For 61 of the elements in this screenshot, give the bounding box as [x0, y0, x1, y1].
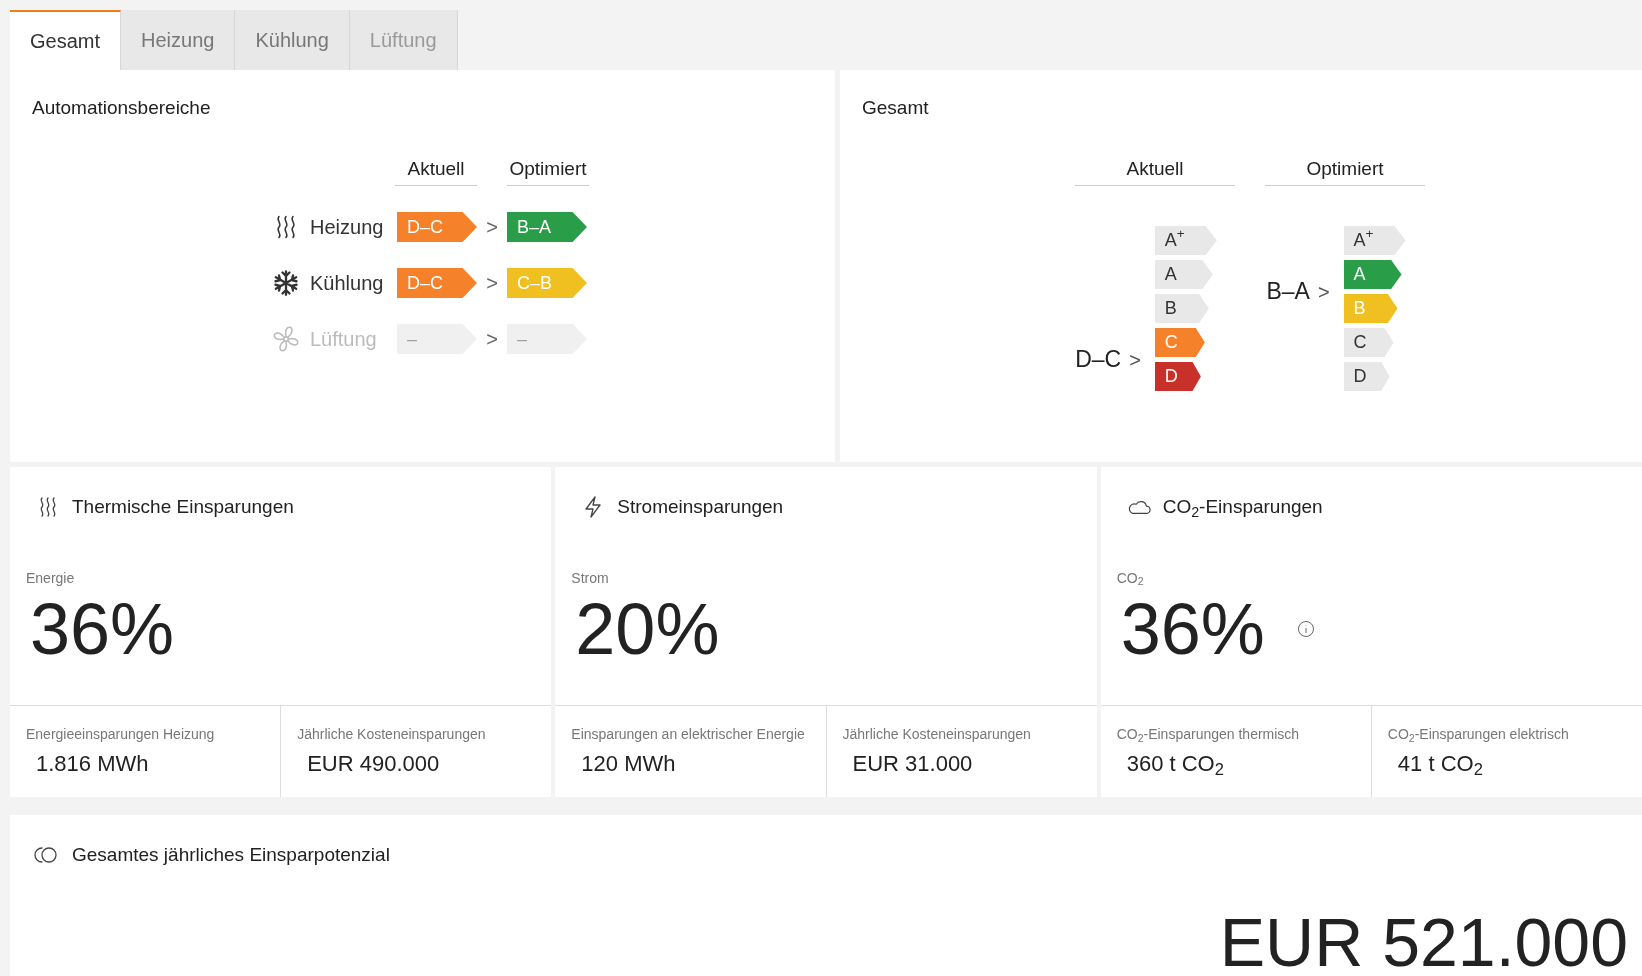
- metric-value: 20%: [575, 592, 720, 665]
- rating-reading: D–C: [1075, 345, 1122, 375]
- grade-tag: C: [1154, 328, 1205, 357]
- rating-reading: B–A: [1266, 277, 1310, 307]
- stat-label: CO$_{2}$-Einsparungen thermisch: [1116, 725, 1301, 745]
- grade-tag: A: [1154, 260, 1213, 289]
- tab[interactable]: Gesamt: [10, 10, 122, 70]
- grade-tag: D: [1154, 362, 1201, 391]
- stat-value: 120 MWh: [580, 750, 677, 778]
- card-title: Thermische Einsparungen: [72, 495, 294, 519]
- chevron-glyph: >: [1317, 279, 1330, 305]
- metric-value: 36%: [1120, 592, 1265, 665]
- column-heading: Optimiert: [507, 154, 589, 186]
- chevron-glyph: >: [485, 327, 499, 352]
- metric-label: Strom: [570, 568, 610, 588]
- grade-tag: B: [1343, 294, 1398, 323]
- panel-title: Automationsbereiche: [32, 96, 212, 120]
- panel-title: Gesamt: [862, 96, 930, 120]
- rating-tag: C–B: [507, 268, 587, 298]
- grade-tag: A$^{+}$: [1343, 226, 1406, 255]
- grade-tag: D: [1343, 362, 1390, 391]
- stat-label: Jährliche Kosteneinsparungen: [297, 725, 487, 744]
- stat-label: Energieeinsparungen Heizung: [26, 725, 216, 744]
- grade-tag: C: [1343, 328, 1394, 357]
- row-label: Lüftung: [310, 327, 377, 352]
- snowflake-icon: [272, 269, 300, 297]
- column-heading: Aktuell: [1075, 154, 1235, 186]
- coins-icon: [34, 845, 60, 866]
- card-title: CO$_{2}$-Einsparungen: [1162, 495, 1323, 522]
- stat-label: CO$_{2}$-Einsparungen elektrisch: [1387, 725, 1570, 745]
- rating-tag: –: [507, 324, 587, 354]
- stat-label: Jährliche Kosteneinsparungen: [842, 725, 1032, 744]
- card-title: Stromeinsparungen: [617, 495, 784, 519]
- grade-tag: A$^{+}$: [1154, 226, 1217, 255]
- grade-tag: A: [1343, 260, 1402, 289]
- metric-label: Energie: [25, 568, 76, 588]
- total-value: EUR 521.000: [1219, 907, 1628, 976]
- fan-icon: [272, 325, 300, 353]
- rating-tag: B–A: [507, 212, 587, 242]
- stat-value: 41 t CO$_{2}$: [1396, 750, 1484, 780]
- rating-tag: D–C: [397, 212, 477, 242]
- tab[interactable]: Heizung: [121, 10, 236, 70]
- chevron-glyph: >: [1129, 347, 1141, 373]
- tab[interactable]: Kühlung: [235, 10, 350, 70]
- metric-label: CO$_{2}$: [1115, 568, 1145, 589]
- column-heading: Aktuell: [395, 154, 477, 186]
- column-heading: Optimiert: [1265, 154, 1425, 186]
- rating-tag: D–C: [397, 268, 477, 298]
- stat-value: EUR 31.000: [851, 750, 974, 778]
- row-label: Heizung: [310, 215, 384, 240]
- metric-value: 36%: [30, 592, 175, 665]
- stat-value: 360 t CO$_{2}$: [1125, 750, 1225, 780]
- row-label: Kühlung: [310, 271, 384, 296]
- grade-tag: B: [1154, 294, 1209, 323]
- stat-value: EUR 490.000: [306, 750, 441, 778]
- stat-value: 1.816 MWh: [35, 750, 150, 778]
- chevron-glyph: >: [485, 215, 499, 240]
- rating-tag: –: [397, 324, 477, 354]
- stat-label: Einsparungen an elektrischer Energie: [571, 725, 806, 744]
- chevron-glyph: >: [485, 271, 499, 296]
- panel-title: Gesamtes jährliches Einsparpotenzial: [72, 843, 390, 867]
